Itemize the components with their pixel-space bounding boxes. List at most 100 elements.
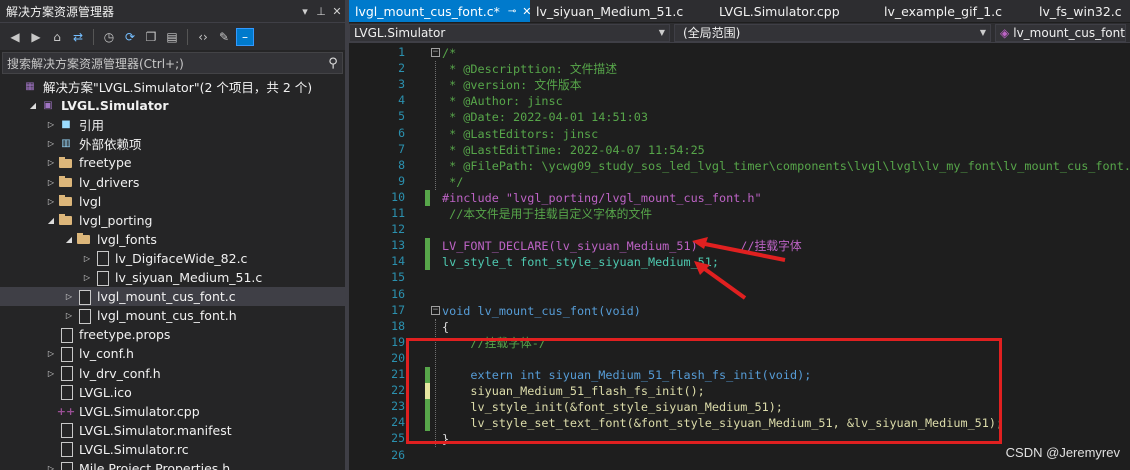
fold-toggle-icon[interactable]: − [431, 305, 440, 315]
tree-item-label: 外部依赖项 [79, 137, 142, 153]
expand-arrow-icon[interactable]: ▷ [44, 120, 58, 129]
line-number: 12 [391, 222, 405, 237]
expand-arrow-icon[interactable]: ▷ [44, 158, 58, 167]
external-deps-icon: ▥ [61, 138, 71, 150]
tree-item[interactable]: ▷ lv_drv_conf.h [0, 364, 345, 383]
search-input[interactable]: 搜索解决方案资源管理器(Ctrl+;) [7, 55, 324, 72]
tree-item[interactable]: ▷ lv_siyuan_Medium_51.c [0, 268, 345, 287]
expand-arrow-icon[interactable]: ▷ [44, 369, 58, 378]
code-line[interactable]: { [442, 319, 449, 335]
line-number: 18 [391, 318, 405, 333]
expand-arrow-icon[interactable]: ▷ [44, 349, 58, 358]
tab-lv-fs-win32-c[interactable]: lv_fs_win32.c [1033, 0, 1130, 22]
code-line[interactable]: void lv_mount_cus_font(void) [442, 303, 641, 319]
view-code-icon[interactable]: ‹› [194, 28, 212, 46]
tab-lvgl-simulator-cpp[interactable]: LVGL.Simulator.cpp [713, 0, 878, 22]
tree-item[interactable]: LVGL.Simulator.manifest [0, 421, 345, 440]
line-number: 9 [398, 173, 405, 188]
file-icon [58, 366, 74, 381]
tree-item[interactable]: ◢ lvgl_porting [0, 211, 345, 230]
code-line[interactable]: * @Date: 2022-04-01 14:51:03 [442, 109, 648, 125]
line-number: 17 [391, 302, 405, 317]
code-line[interactable]: * @LastEditTime: 2022-04-07 11:54:25 [442, 142, 705, 158]
tree-item-label: LVGL.Simulator.manifest [79, 422, 232, 438]
properties-wrench-icon[interactable]: ✎ [215, 28, 233, 46]
toolbar-divider [187, 28, 188, 45]
code-line[interactable]: * @LastEditors: jinsc [442, 126, 598, 142]
expand-arrow-icon[interactable]: ▷ [62, 311, 76, 320]
expand-arrow-icon[interactable]: ◢ [62, 235, 76, 244]
show-all-files-icon[interactable]: ▤ [163, 28, 181, 46]
auto-hide-pin-icon[interactable]: ⊥ [313, 5, 329, 18]
close-icon[interactable]: ✕ [329, 5, 345, 18]
indent-guide [435, 61, 436, 190]
tree-item[interactable]: LVGL.ico [0, 383, 345, 402]
code-line[interactable]: * @Descripttion: 文件描述 [442, 61, 617, 77]
preview-selected-items-icon[interactable]: – [236, 27, 254, 46]
expand-arrow-icon[interactable]: ▷ [44, 139, 58, 148]
expand-arrow-icon[interactable]: ▷ [62, 292, 76, 301]
pin-tab-icon[interactable]: ⊸ [508, 6, 516, 17]
tree-item[interactable]: ▷ lvgl_mount_cus_font.h [0, 306, 345, 325]
forward-icon[interactable]: ▶ [27, 28, 45, 46]
code-line[interactable]: */ [442, 174, 463, 190]
file-icon [76, 289, 92, 305]
pending-changes-filter-icon[interactable]: ◷ [100, 28, 118, 46]
tree-item[interactable]: ▷ lv_conf.h [0, 344, 345, 363]
cpp-icon: ++ [56, 404, 76, 418]
expand-arrow-icon[interactable]: ▷ [80, 254, 94, 263]
line-number: 8 [398, 157, 405, 172]
tree-item[interactable]: ▷ lv_drivers [0, 173, 345, 192]
fold-toggle-icon[interactable]: − [431, 48, 440, 57]
solution-explorer-search[interactable]: 搜索解决方案资源管理器(Ctrl+;) ⚲ [2, 52, 343, 74]
expand-arrow-icon[interactable]: ▷ [80, 273, 94, 282]
tree-item-label: lv_drivers [79, 174, 140, 190]
member-dropdown[interactable]: ◈ lv_mount_cus_font(vo [995, 23, 1126, 42]
expand-arrow-icon[interactable]: ▷ [44, 464, 58, 470]
tree-item[interactable]: ▷ Mile.Project.Properties.h [0, 459, 345, 470]
tab-lv-siyuan-medium-51-c[interactable]: lv_siyuan_Medium_51.c [530, 0, 713, 22]
expand-arrow-icon[interactable]: ▷ [44, 197, 58, 206]
collapse-all-icon[interactable]: ❐ [142, 28, 160, 46]
code-line[interactable]: * @Author: jinsc [442, 93, 563, 109]
tree-item[interactable]: ▷ lvgl [0, 192, 345, 211]
tree-item[interactable]: ▷ freetype [0, 153, 345, 172]
tree-item[interactable]: ◢ ▣ LVGL.Simulator [0, 96, 345, 115]
code-line[interactable]: //本文件是用于挂载自定义字体的文件 [442, 206, 652, 222]
tree-item-label: 解决方案"LVGL.Simulator"(2 个项目，共 2 个) [43, 80, 313, 95]
back-icon[interactable]: ◀ [6, 28, 24, 46]
expand-arrow-icon[interactable]: ▷ [44, 178, 58, 187]
tree-item[interactable]: ▷ ■ 引用 [0, 115, 345, 134]
tree-item-label: Mile.Project.Properties.h [79, 461, 231, 470]
search-icon[interactable]: ⚲ [324, 56, 342, 71]
home-icon[interactable]: ⌂ [48, 28, 66, 46]
tree-item[interactable]: ◢ lvgl_fonts [0, 230, 345, 249]
code-line[interactable]: #include "lvgl_porting/lvgl_mount_cus_fo… [442, 190, 762, 206]
code-line[interactable]: * @FilePath: \ycwg09_study_sos_led_lvgl_… [442, 158, 1130, 174]
chevron-down-icon: ▼ [658, 28, 665, 37]
scope-dropdown[interactable]: (全局范围) ▼ [673, 23, 991, 42]
tree-item[interactable]: ▷ lvgl_mount_cus_font.c [0, 287, 345, 307]
tree-item[interactable]: ++ LVGL.Simulator.cpp [0, 402, 345, 421]
window-position-dropdown-icon[interactable]: ▾ [297, 5, 313, 18]
tree-item[interactable]: ▷ ▥ 外部依赖项 [0, 134, 345, 153]
tree-item[interactable]: LVGL.Simulator.rc [0, 440, 345, 459]
tab-lvgl-mount-cus-font-c[interactable]: lvgl_mount_cus_font.c* ⊸ ✕ [349, 0, 531, 22]
tree-item[interactable]: ▷ lv_DigifaceWide_82.c [0, 249, 345, 268]
code-line[interactable]: /* [442, 45, 456, 61]
project-dropdown[interactable]: LVGL.Simulator ▼ [349, 23, 670, 42]
sync-icon[interactable]: ⟳ [121, 28, 139, 46]
line-number: 20 [391, 350, 405, 365]
line-number: 7 [398, 141, 405, 156]
tree-item[interactable]: freetype.props [0, 325, 345, 344]
expand-arrow-icon[interactable]: ◢ [26, 101, 40, 110]
code-line[interactable]: * @version: 文件版本 [442, 77, 581, 93]
tab-lv-example-gif-1-c[interactable]: lv_example_gif_1.c [878, 0, 1033, 22]
solution-explorer-panel: 解决方案资源管理器 ▾ ⊥ ✕ ◀ ▶ ⌂ ⇄ ◷ ⟳ ❐ ▤ ‹› ✎ – 搜… [0, 0, 345, 470]
folder-icon [58, 175, 74, 189]
expand-arrow-icon[interactable]: ◢ [44, 216, 58, 225]
code-line[interactable]: lv_style_t font_style_siyuan_Medium_51; [442, 254, 719, 270]
image-icon [58, 385, 74, 401]
switch-views-icon[interactable]: ⇄ [69, 28, 87, 46]
tree-item[interactable]: ▦ 解决方案"LVGL.Simulator"(2 个项目，共 2 个) [0, 77, 345, 96]
